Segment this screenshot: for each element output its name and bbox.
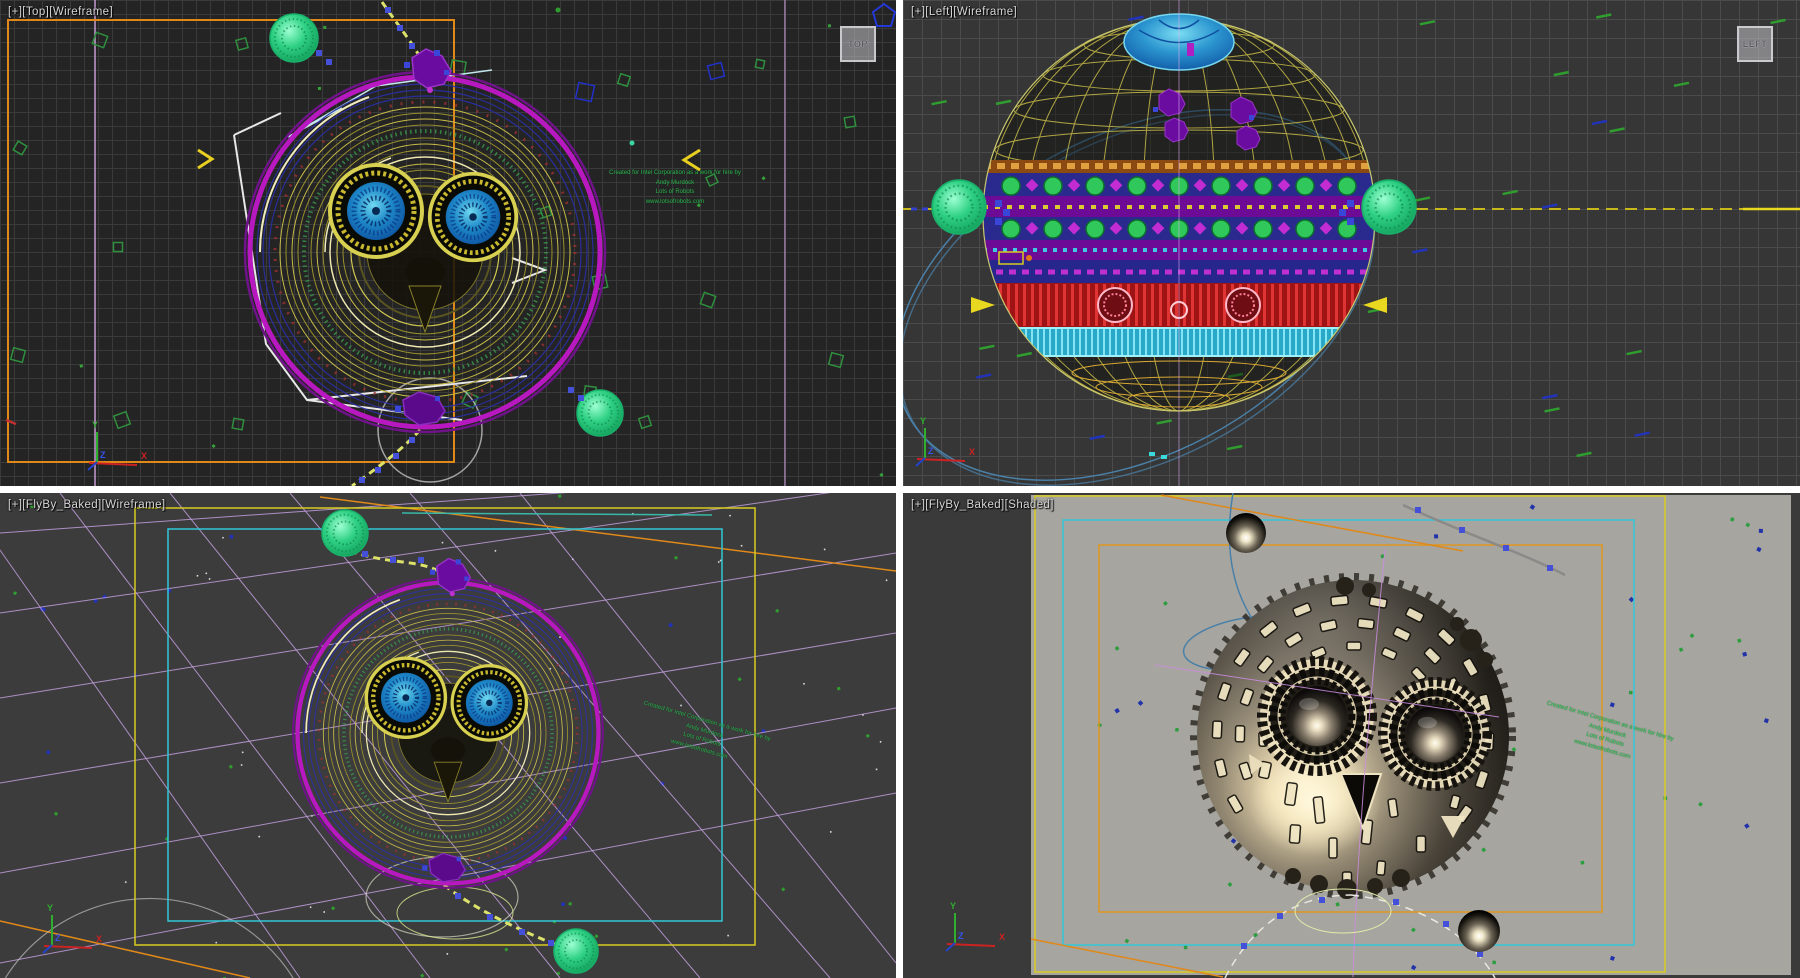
svg-text:Y: Y bbox=[47, 903, 53, 913]
small-sphere bbox=[1226, 513, 1266, 553]
viewcube-left-icon[interactable]: LEFT bbox=[1737, 26, 1773, 62]
svg-text:Z: Z bbox=[928, 446, 934, 456]
viewcube-top-label: TOP bbox=[848, 39, 868, 49]
viewport-left[interactable]: Y X Z [+][Left][Wireframe] LEFT bbox=[903, 0, 1800, 486]
svg-text:X: X bbox=[999, 932, 1005, 942]
viewcube-left-label: LEFT bbox=[1743, 39, 1768, 49]
watermark-text: Created for Intel Corporation as a work … bbox=[595, 169, 755, 207]
svg-text:Z: Z bbox=[100, 450, 106, 460]
small-sphere bbox=[1458, 910, 1500, 952]
viewport-top[interactable]: Y X Z [+][Top][Wireframe] TOP Created fo… bbox=[0, 0, 896, 486]
svg-text:X: X bbox=[969, 447, 975, 457]
viewport-label-flyby-wireframe[interactable]: [+][FlyBy_Baked][Wireframe] bbox=[8, 499, 165, 511]
viewcube-top-icon[interactable]: TOP bbox=[840, 26, 876, 62]
svg-text:X: X bbox=[96, 934, 102, 944]
viewport-label-flyby-shaded[interactable]: [+][FlyBy_Baked][Shaded] bbox=[911, 499, 1054, 511]
axis-tripod-icon: Y X Z bbox=[916, 416, 975, 466]
svg-text:Z: Z bbox=[958, 931, 964, 941]
left-viewport-canvas: Y X Z bbox=[903, 0, 1800, 486]
svg-text:Y: Y bbox=[950, 901, 956, 911]
viewport-label-left[interactable]: [+][Left][Wireframe] bbox=[911, 6, 1017, 18]
svg-text:Z: Z bbox=[55, 933, 61, 943]
svg-text:Y: Y bbox=[920, 416, 926, 426]
top-viewport-canvas: Y X Z bbox=[0, 0, 896, 486]
svg-text:X: X bbox=[141, 451, 147, 461]
svg-text:Y: Y bbox=[92, 420, 98, 430]
axis-tripod-icon: Y X Z bbox=[946, 901, 1005, 951]
viewport-flyby-wireframe[interactable]: Y X Z [+][FlyBy_Baked][Wireframe] Create… bbox=[0, 493, 896, 978]
quad-viewport-layout: Y X Z [+][Top][Wireframe] TOP Created fo… bbox=[0, 0, 1800, 978]
viewport-flyby-shaded[interactable]: Y X Z [+][FlyBy_Baked][Shaded] Created f… bbox=[903, 493, 1800, 978]
viewport-label-top[interactable]: [+][Top][Wireframe] bbox=[8, 6, 113, 18]
